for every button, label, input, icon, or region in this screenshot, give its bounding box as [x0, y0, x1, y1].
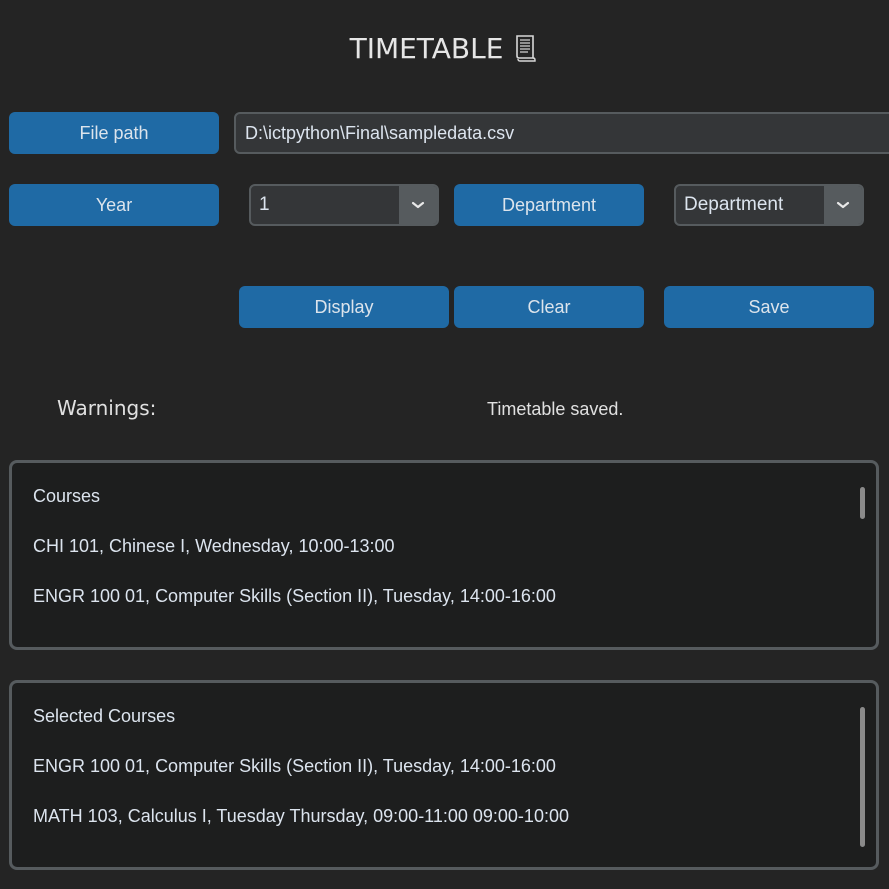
save-button[interactable]: Save: [664, 286, 874, 328]
department-selected-value: Department: [684, 194, 784, 215]
selected-courses-header: Selected Courses: [33, 706, 176, 726]
selected-course-line: MATH 103, Calculus I, Tuesday Thursday, …: [33, 806, 569, 826]
course-line: ENGR 100 01, Computer Skills (Section II…: [33, 586, 556, 606]
department-button-label: Department: [501, 194, 597, 215]
selected-course-line: ENGR 100 01, Computer Skills (Section II…: [33, 756, 556, 776]
year-button[interactable]: Year: [9, 184, 219, 226]
chevron-down-icon[interactable]: [399, 186, 437, 224]
title-text: TIMETABLE: [349, 31, 504, 65]
selected-courses-textbox[interactable]: Selected Courses ENGR 100 01, Computer S…: [9, 680, 879, 870]
app-window: TIMETABLE File path Year 1 De: [0, 0, 889, 889]
warnings-label: Warnings:: [57, 396, 157, 420]
courses-textbox[interactable]: Courses CHI 101, Chinese I, Wednesday, 1…: [9, 460, 879, 650]
file-path-button[interactable]: File path: [9, 112, 219, 154]
save-button-label: Save: [748, 296, 790, 317]
document-icon: [513, 33, 539, 63]
warning-message: Timetable saved.: [487, 399, 624, 419]
department-button[interactable]: Department: [454, 184, 644, 226]
year-dropdown[interactable]: 1: [249, 184, 439, 226]
file-path-button-label: File path: [79, 122, 149, 143]
clear-button-label: Clear: [527, 296, 571, 317]
course-line: CHI 101, Chinese I, Wednesday, 10:00-13:…: [33, 536, 395, 556]
file-path-input[interactable]: [234, 112, 889, 154]
page-title: TIMETABLE: [0, 28, 889, 68]
clear-button[interactable]: Clear: [454, 286, 644, 328]
department-dropdown[interactable]: Department: [674, 184, 864, 226]
courses-scrollbar[interactable]: [860, 487, 865, 519]
selected-courses-scrollbar[interactable]: [860, 707, 865, 847]
year-button-label: Year: [95, 194, 133, 215]
chevron-down-icon[interactable]: [824, 186, 862, 224]
display-button[interactable]: Display: [239, 286, 449, 328]
year-selected-value: 1: [259, 194, 270, 215]
courses-header: Courses: [33, 486, 101, 506]
display-button-label: Display: [314, 296, 374, 317]
